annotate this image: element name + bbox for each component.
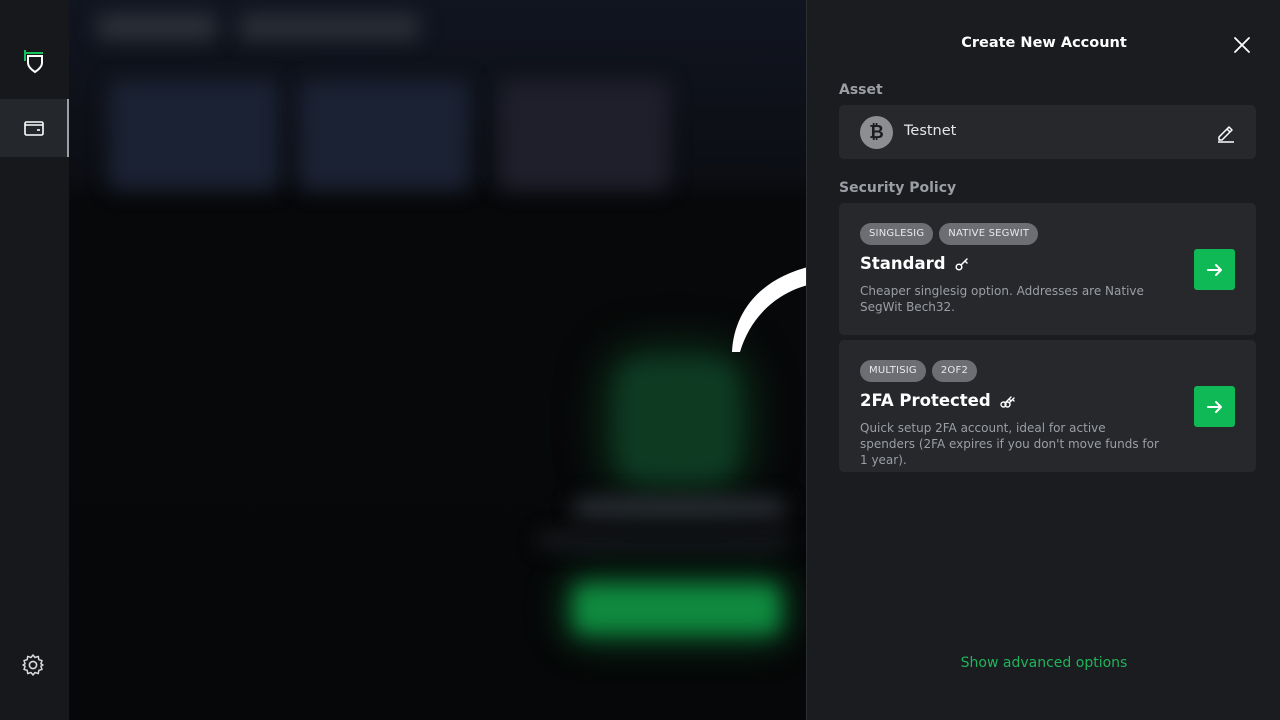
edit-icon[interactable] (1215, 122, 1236, 143)
show-advanced-options-link[interactable]: Show advanced options (807, 655, 1280, 671)
blurred-text (539, 534, 789, 548)
policy-card-standard[interactable]: SINGLESIG NATIVE SEGWIT Standard Cheaper… (839, 203, 1256, 335)
policy-title: 2FA Protected (860, 391, 1015, 410)
blurred-text (574, 498, 784, 518)
tag-badge: MULTISIG (860, 360, 926, 382)
tag-list: MULTISIG 2OF2 (860, 360, 978, 382)
select-2fa-button[interactable] (1194, 386, 1235, 427)
blurred-card (299, 80, 469, 190)
bitcoin-icon: ₿ (860, 116, 893, 149)
policy-description: Cheaper singlesig option. Addresses are … (860, 284, 1144, 314)
arrow-right-icon (1206, 263, 1222, 276)
single-key-icon (954, 257, 968, 271)
asset-label: Asset (839, 82, 883, 98)
arrow-right-icon (1206, 400, 1222, 413)
policy-card-2fa[interactable]: MULTISIG 2OF2 2FA Protected Quick setup … (839, 340, 1256, 472)
app-window: Create New Account Asset ₿ Testnet Secur… (0, 0, 1280, 720)
blurred-card (109, 80, 279, 190)
double-key-icon (999, 395, 1015, 408)
blurred-heading (97, 14, 217, 40)
security-policy-label: Security Policy (839, 180, 957, 196)
blurred-button (574, 585, 779, 633)
panel-title: Create New Account (961, 35, 1127, 51)
policy-title-text: 2FA Protected (860, 391, 991, 410)
gear-icon[interactable] (20, 652, 46, 678)
blurred-card (499, 80, 669, 190)
close-icon[interactable] (1231, 34, 1253, 56)
select-standard-button[interactable] (1194, 249, 1235, 290)
policy-title-text: Standard (860, 254, 946, 273)
tag-badge: SINGLESIG (860, 223, 934, 245)
policy-title: Standard (860, 254, 970, 273)
tag-badge: 2OF2 (931, 360, 978, 382)
blurred-background (69, 0, 807, 720)
asset-name: Testnet (904, 123, 957, 139)
wallet-icon (23, 121, 44, 136)
policy-description: Quick setup 2FA account, ideal for activ… (860, 421, 1159, 467)
blurred-heading (239, 14, 419, 40)
asset-selector[interactable]: ₿ Testnet (839, 105, 1256, 159)
tag-list: SINGLESIG NATIVE SEGWIT (860, 223, 1039, 245)
blurred-wallet-illustration (617, 360, 737, 480)
shield-logo-icon[interactable] (22, 48, 46, 74)
create-account-panel: Create New Account Asset ₿ Testnet Secur… (806, 0, 1280, 720)
sidebar-item-wallets[interactable] (0, 99, 69, 157)
tag-badge: NATIVE SEGWIT (939, 223, 1039, 245)
sidebar (0, 0, 69, 720)
